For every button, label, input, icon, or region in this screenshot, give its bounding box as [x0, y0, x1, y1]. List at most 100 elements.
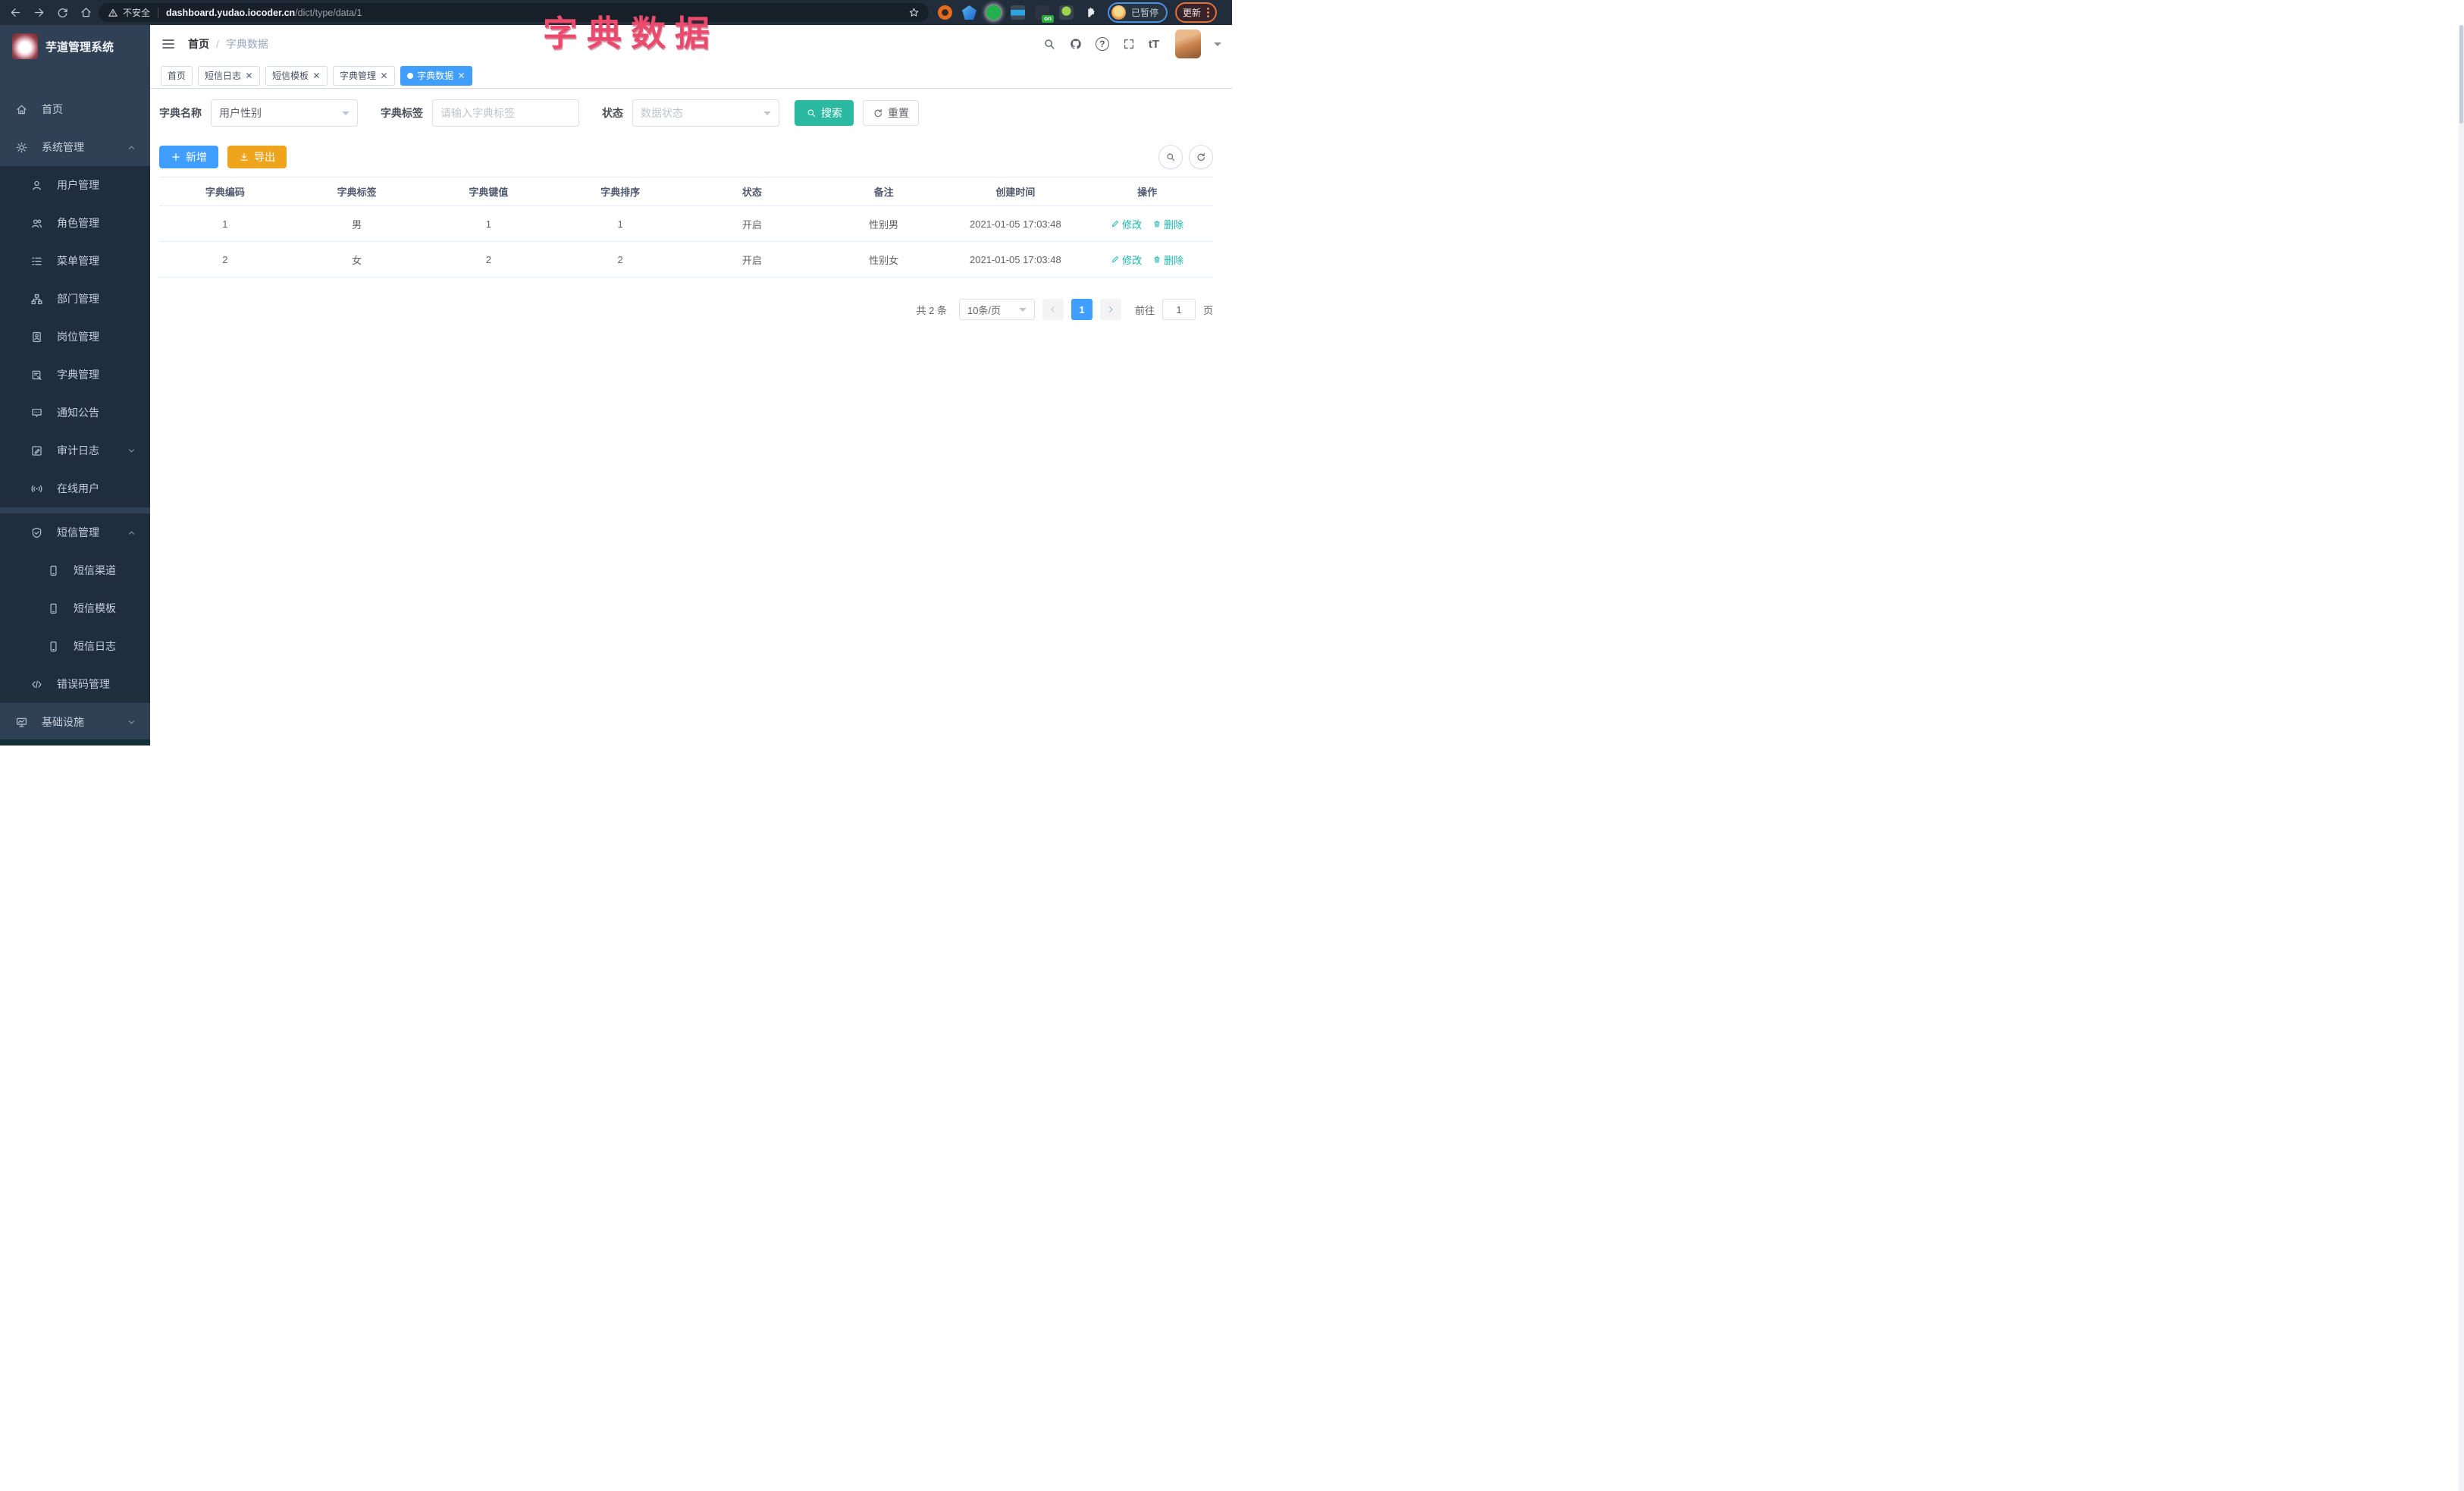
extension-icon-switch[interactable]: on: [1035, 5, 1054, 23]
tag-item[interactable]: 字典管理: [333, 65, 396, 86]
current-page-button[interactable]: 1: [1071, 299, 1092, 320]
sidebar-item[interactable]: 角色管理: [0, 204, 150, 242]
sidebar-item[interactable]: 菜单管理: [0, 242, 150, 280]
reset-button[interactable]: 重置: [863, 100, 919, 126]
delete-link-label: 删除: [1164, 218, 1184, 231]
sidebar-item[interactable]: 部门管理: [0, 280, 150, 318]
sidebar-item[interactable]: 用户管理: [0, 166, 150, 204]
log-icon: [30, 444, 43, 457]
cell-sort: 1: [554, 206, 686, 242]
sidebar-item[interactable]: 审计日志: [0, 432, 150, 469]
cell-remark: 性别男: [817, 206, 950, 242]
toggle-search-button[interactable]: [1158, 145, 1183, 169]
browser-update-button[interactable]: 更新: [1175, 2, 1218, 23]
cell-code: 1: [159, 206, 291, 242]
close-icon[interactable]: [457, 71, 466, 80]
sidebar-item[interactable]: 短信模板: [0, 589, 150, 627]
extensions-puzzle-icon[interactable]: [1083, 6, 1097, 20]
breadcrumb-home[interactable]: 首页: [188, 36, 209, 52]
address-bar[interactable]: 不安全 dashboard.yudao.iocoder.cn /dict/typ…: [99, 3, 929, 22]
header-search-icon[interactable]: [1042, 37, 1056, 51]
sidebar-toggle-icon[interactable]: [161, 36, 176, 52]
tags-view-bar: 首页 短信日志 短信模板 字典管理 字典数据: [150, 63, 1232, 89]
export-button[interactable]: 导出: [227, 146, 287, 168]
chevron-up-icon: [127, 143, 136, 152]
reset-button-label: 重置: [888, 107, 909, 119]
sidebar: 芋道管理系统 首页系统管理 用户管理 角色管理菜单管理部门管理 岗位管理字典管理通知公…: [0, 25, 150, 746]
user-avatar[interactable]: [1175, 30, 1201, 58]
close-icon[interactable]: [380, 71, 388, 80]
tag-item[interactable]: 短信模板: [265, 65, 328, 86]
status-select[interactable]: 数据状态: [632, 99, 779, 127]
close-icon[interactable]: [245, 71, 253, 80]
sidebar-item[interactable]: 系统管理: [0, 128, 150, 166]
sidebar-item-label: 在线用户: [57, 482, 99, 494]
prev-page-button[interactable]: [1042, 299, 1064, 320]
browser-forward-icon[interactable]: [33, 6, 45, 19]
sidebar-item-label: 通知公告: [57, 406, 99, 419]
sidebar-item[interactable]: 错误码管理: [0, 665, 150, 703]
bookmark-star-icon[interactable]: [908, 7, 920, 18]
github-icon[interactable]: [1069, 37, 1083, 51]
extension-icon-tabs[interactable]: [1011, 5, 1025, 20]
sidebar-item[interactable]: 通知公告: [0, 394, 150, 432]
browser-profile-chip[interactable]: 已暂停: [1108, 2, 1168, 23]
not-secure-warning-icon: [108, 8, 118, 18]
sidebar-item-label: 短信渠道: [74, 564, 116, 576]
url-path: /dict/type/data/1: [295, 7, 362, 18]
sidebar-item-label: 字典管理: [57, 369, 99, 381]
add-button[interactable]: 新增: [159, 146, 218, 168]
browser-back-icon[interactable]: [9, 6, 22, 19]
next-page-button[interactable]: [1099, 299, 1121, 320]
tag-item[interactable]: 首页: [161, 65, 193, 86]
browser-home-icon[interactable]: [80, 6, 92, 19]
cell-actions: 修改 删除: [1081, 206, 1213, 242]
extension-icon-plant[interactable]: [1059, 5, 1074, 20]
breadcrumb-current: 字典数据: [225, 38, 268, 50]
cell-status: 开启: [686, 241, 818, 278]
sidebar-item[interactable]: 在线用户: [0, 469, 150, 507]
sidebar-item[interactable]: 短信渠道: [0, 551, 150, 589]
extension-icon-check[interactable]: [986, 5, 1001, 20]
browser-menu-icon[interactable]: [1207, 8, 1210, 17]
fullscreen-icon[interactable]: [1122, 37, 1136, 51]
dict-name-select[interactable]: 用户性别: [211, 99, 358, 127]
help-icon[interactable]: ?: [1095, 37, 1109, 51]
extension-icon-orange[interactable]: [938, 5, 952, 20]
app-logo[interactable]: 芋道管理系统: [0, 25, 150, 67]
close-icon[interactable]: [312, 71, 321, 80]
dict-label-input[interactable]: 请输入字典标签: [432, 99, 579, 127]
browser-reload-icon[interactable]: [56, 6, 69, 19]
cell-value: 2: [422, 241, 555, 278]
chevron-down-icon: [1018, 307, 1027, 315]
window-scrollbar[interactable]: [2459, 25, 2464, 1491]
tag-active[interactable]: 字典数据: [400, 65, 473, 86]
page-content: 字典名称 用户性别 字典标签 请输入字典标签 状态 数据状态 搜索 重置 新增 …: [150, 89, 1232, 320]
delete-link[interactable]: 删除: [1152, 217, 1183, 231]
sidebar-item-label: 错误码管理: [57, 678, 110, 690]
sidebar-item-label: 菜单管理: [57, 255, 99, 267]
sidebar-item[interactable]: 字典管理: [0, 356, 150, 394]
column-header: 创建时间: [949, 177, 1082, 206]
font-size-icon[interactable]: tT: [1149, 38, 1159, 51]
page-size-select[interactable]: 10条/页: [958, 299, 1035, 320]
sidebar-item[interactable]: 首页: [0, 90, 150, 128]
avatar-caret-icon[interactable]: [1214, 42, 1221, 50]
sidebar-item[interactable]: 短信日志: [0, 627, 150, 665]
edit-link[interactable]: 修改: [1111, 253, 1142, 267]
add-button-label: 新增: [186, 151, 207, 163]
refresh-table-button[interactable]: [1189, 145, 1213, 169]
tag-item[interactable]: 短信日志: [198, 65, 261, 86]
refresh-icon: [873, 108, 883, 118]
goto-page-input[interactable]: 1: [1161, 299, 1196, 320]
edit-link[interactable]: 修改: [1111, 217, 1142, 231]
sidebar-item[interactable]: 短信管理: [0, 513, 150, 551]
delete-link[interactable]: 删除: [1152, 253, 1183, 267]
dict-data-table: 字典编码 字典标签 字典键值 字典排序 状态 备注 创建时间 操作 1 男 1 1 开启 性别男 2021…: [159, 177, 1213, 278]
users-icon: [30, 217, 43, 230]
sidebar-item[interactable]: 岗位管理: [0, 318, 150, 356]
sidebar-item[interactable]: 基础设施: [0, 703, 150, 741]
search-button[interactable]: 搜索: [795, 100, 854, 126]
extension-icon-gem[interactable]: [962, 5, 977, 20]
sidebar-item-label: 首页: [42, 103, 63, 115]
